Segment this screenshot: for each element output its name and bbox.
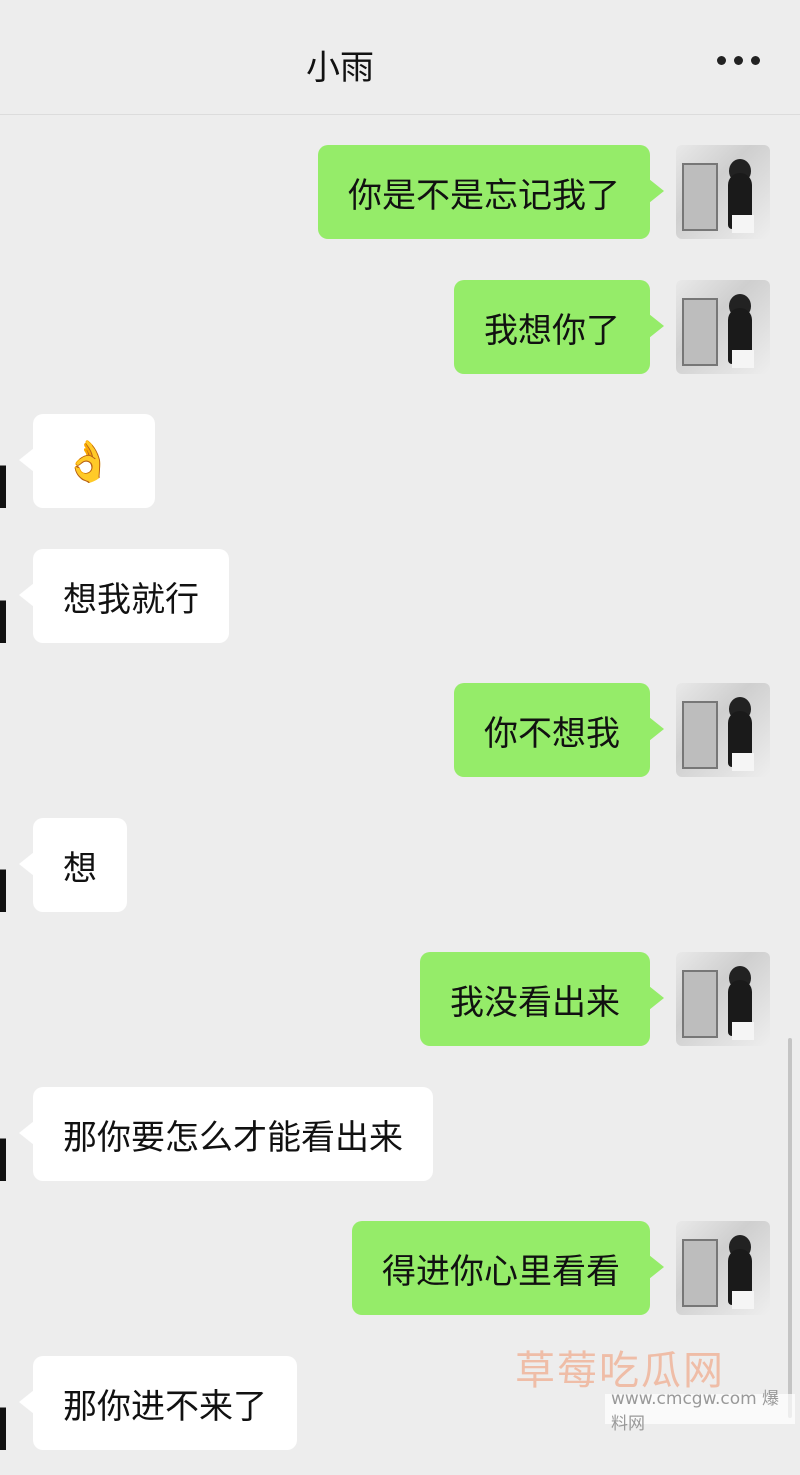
- message-bubble-outgoing[interactable]: 我没看出来: [420, 952, 664, 1046]
- message-bubble-incoming[interactable]: 那你进不来了: [19, 1356, 297, 1450]
- message-text: 想我就行: [63, 579, 199, 620]
- avatar[interactable]: [676, 1221, 770, 1315]
- message-text: 我没看出来: [450, 982, 620, 1023]
- chat-title: 小雨: [306, 48, 374, 88]
- avatar[interactable]: [676, 952, 770, 1046]
- chat-header: 小雨: [0, 0, 800, 115]
- partner-avatar-edge: [0, 549, 6, 643]
- more-options-icon[interactable]: [717, 56, 760, 65]
- avatar[interactable]: [676, 145, 770, 239]
- message-bubble-outgoing[interactable]: 你是不是忘记我了: [318, 145, 664, 239]
- partner-avatar-edge: [0, 1087, 6, 1181]
- message-bubble-incoming[interactable]: 想: [19, 818, 127, 912]
- message-bubble-incoming[interactable]: 那你要怎么才能看出来: [19, 1087, 433, 1181]
- message-bubble-outgoing[interactable]: 你不想我: [454, 683, 664, 777]
- avatar[interactable]: [676, 280, 770, 374]
- message-text: 想: [63, 848, 97, 889]
- partner-avatar-edge: [0, 414, 6, 508]
- avatar[interactable]: [676, 683, 770, 777]
- message-text: 那你要怎么才能看出来: [63, 1117, 403, 1158]
- message-text: 得进你心里看看: [382, 1251, 620, 1292]
- message-bubble-outgoing[interactable]: 得进你心里看看: [352, 1221, 664, 1315]
- message-text: 我想你了: [484, 310, 620, 351]
- ok-hand-emoji: 👌: [63, 438, 113, 485]
- message-bubble-outgoing[interactable]: 我想你了: [454, 280, 664, 374]
- partner-avatar-edge: [0, 1356, 6, 1450]
- message-text: 你是不是忘记我了: [348, 175, 620, 216]
- message-text: 你不想我: [484, 713, 620, 754]
- partner-avatar-edge: [0, 818, 6, 912]
- message-bubble-incoming[interactable]: 想我就行: [19, 549, 229, 643]
- message-text: 那你进不来了: [63, 1386, 267, 1427]
- message-bubble-incoming[interactable]: 👌: [19, 414, 155, 508]
- watermark-subtext: www.cmcgw.com 爆料网: [605, 1389, 795, 1434]
- scrollbar[interactable]: [788, 1038, 792, 1418]
